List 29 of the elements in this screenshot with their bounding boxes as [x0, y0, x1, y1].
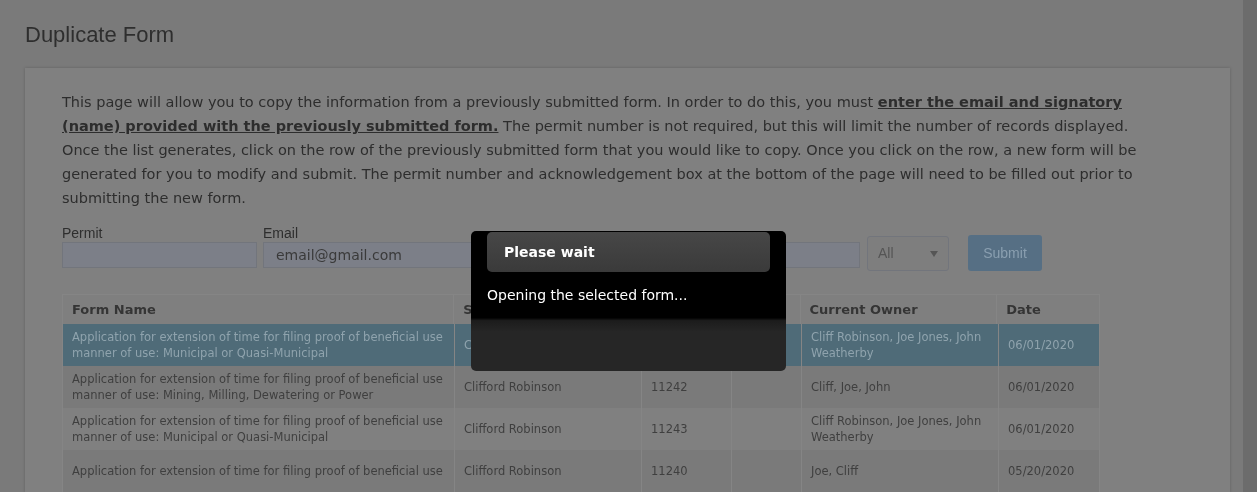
- table-cell: Clifford Robinson: [464, 421, 562, 437]
- table-cell: 11243: [651, 421, 688, 437]
- table-cell-text: Cliff Robinson, Joe Jones, John Weatherby: [811, 329, 983, 361]
- field-label: Permit: [62, 224, 103, 242]
- table-cell: 06/01/2020: [1008, 421, 1075, 437]
- column-header: Form Name: [72, 301, 156, 318]
- table-cell: C: [464, 337, 473, 353]
- table-cell: Application for extension of time for filing proof of beneficial use: [72, 463, 443, 479]
- table-cell: Joe, Cliff: [811, 463, 859, 479]
- table-cell-text: Application for extension of time for filing proof of beneficial use manner of use: Municipal or Quasi-Municipal: [72, 329, 444, 361]
- table-cell: Clifford Robinson: [464, 379, 562, 395]
- table-cell: 06/01/2020: [1008, 337, 1075, 353]
- column-header: Current Owner: [809, 301, 918, 318]
- table-cell: Clifford Robinson: [464, 463, 562, 479]
- dialog-title: Please wait: [504, 242, 595, 262]
- column-header: S: [463, 301, 473, 318]
- table-cell: 06/01/2020: [1008, 379, 1075, 395]
- intro-paragraph: This page will allow you to copy the information from a previously submitted form. In order to do this, you must enter the email and signatory (name) provided with the previously submitted form. The permit number is not required, but this will limit the number of records displayed. Once the list generates, click on the row of the previously submitted form that you would like to copy. Once you click on the row, a new form will be generated for you to modify and submit. The permit number and acknowledgement box at the bottom of the page will need to be filled out prior to submitting the new form.: [62, 93, 1137, 208]
- dialog-message: Opening the selected form...: [487, 286, 688, 305]
- table-cell-text: Application for extension of time for filing proof of beneficial use manner of use: Municipal or Quasi-Municipal: [72, 413, 444, 445]
- table-cell: Cliff, Joe, John: [811, 379, 891, 395]
- table-cell: 11242: [651, 379, 688, 395]
- page-title: Duplicate Form: [25, 21, 175, 49]
- table-cell: 11240: [651, 463, 688, 479]
- table-cell-text: Cliff Robinson, Joe Jones, John Weatherby: [811, 413, 983, 445]
- column-header: Date: [1006, 301, 1041, 318]
- field-label: Email: [263, 224, 298, 242]
- table-cell-text: Application for extension of time for filing proof of beneficial use manner of use: Mining, Milling, Dewatering or Power: [72, 371, 444, 403]
- table-cell: 05/20/2020: [1008, 463, 1075, 479]
